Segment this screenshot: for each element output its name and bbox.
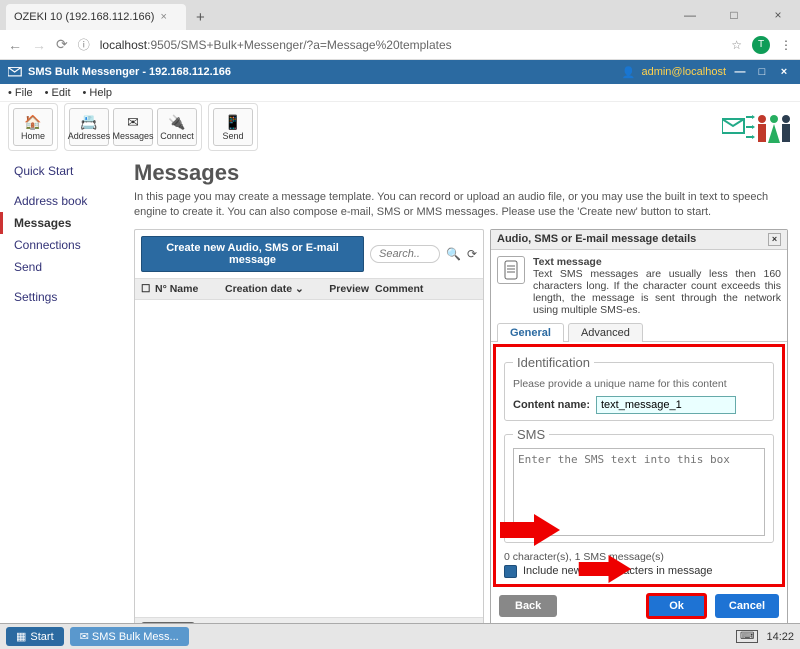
tab-advanced[interactable]: Advanced bbox=[568, 323, 643, 342]
menu-edit[interactable]: • Edit bbox=[45, 87, 71, 99]
toolbar-send[interactable]: 📱Send bbox=[213, 108, 253, 146]
menu-help[interactable]: • Help bbox=[83, 87, 113, 99]
details-info-title: Text message bbox=[533, 256, 781, 268]
sidebar-item-settings[interactable]: Settings bbox=[0, 286, 130, 308]
cancel-button[interactable]: Cancel bbox=[715, 594, 779, 618]
sms-type-icon bbox=[497, 256, 525, 284]
user-icon: 👤 bbox=[622, 66, 636, 79]
sidebar-item-addressbook[interactable]: Address book bbox=[0, 190, 130, 212]
list-panel: Create new Audio, SMS or E-mail message … bbox=[134, 229, 484, 649]
app-title: SMS Bulk Messenger - 192.168.112.166 bbox=[28, 66, 231, 78]
connect-icon: 🔌 bbox=[168, 114, 185, 131]
nav-reload-icon[interactable]: ⟳ bbox=[56, 36, 68, 53]
addresses-icon: 📇 bbox=[80, 114, 97, 131]
window-close-icon[interactable]: × bbox=[756, 0, 800, 30]
app-minimize-icon[interactable]: — bbox=[732, 65, 748, 79]
app-close-icon[interactable]: × bbox=[776, 65, 792, 79]
nav-back-icon[interactable]: ← bbox=[8, 37, 22, 53]
app-maximize-icon[interactable]: □ bbox=[754, 65, 770, 79]
start-grid-icon: ▦ bbox=[16, 630, 26, 643]
browser-titlebar: OZEKI 10 (192.168.112.166) × + — □ × bbox=[0, 0, 800, 30]
new-tab-button[interactable]: + bbox=[186, 4, 215, 30]
callout-arrow-1 bbox=[500, 514, 560, 546]
content-name-label: Content name: bbox=[513, 399, 590, 411]
callout-arrow-2 bbox=[578, 555, 632, 583]
browser-tab[interactable]: OZEKI 10 (192.168.112.166) × bbox=[6, 4, 186, 30]
list-body bbox=[135, 300, 483, 617]
home-icon: 🏠 bbox=[24, 114, 41, 131]
window-minimize-icon[interactable]: — bbox=[668, 0, 712, 30]
url-text[interactable]: localhost:9505/SMS+Bulk+Messenger/?a=Mes… bbox=[100, 38, 721, 52]
details-panel: Audio, SMS or E-mail message details × T… bbox=[490, 229, 788, 649]
sidebar-item-quickstart[interactable]: Quick Start bbox=[0, 160, 130, 182]
browser-menu-icon[interactable]: ⋮ bbox=[780, 38, 792, 52]
nav-forward-icon[interactable]: → bbox=[32, 37, 46, 53]
taskbar: ▦ Start ✉ SMS Bulk Mess... ⌨ 14:22 bbox=[0, 623, 800, 649]
col-date[interactable]: Creation date ⌄ bbox=[225, 283, 315, 295]
send-icon: 📱 bbox=[224, 114, 241, 131]
include-newline-checkbox[interactable] bbox=[504, 565, 517, 578]
toolbar-addresses[interactable]: 📇Addresses bbox=[69, 108, 109, 146]
char-count-status: 0 character(s), 1 SMS message(s) bbox=[504, 551, 774, 563]
identification-legend: Identification bbox=[513, 355, 594, 370]
toolbar-connect[interactable]: 🔌Connect bbox=[157, 108, 197, 146]
profile-avatar[interactable]: T bbox=[752, 36, 770, 54]
search-input[interactable] bbox=[370, 245, 440, 263]
sidebar-item-send[interactable]: Send bbox=[0, 256, 130, 278]
details-close-icon[interactable]: × bbox=[768, 233, 781, 246]
taskbar-app-item[interactable]: ✉ SMS Bulk Mess... bbox=[70, 627, 189, 646]
content-name-input[interactable] bbox=[596, 396, 736, 414]
refresh-icon[interactable]: ⟳ bbox=[467, 247, 477, 261]
col-comment[interactable]: Comment bbox=[375, 283, 477, 295]
page-description: In this page you may create a message te… bbox=[134, 190, 788, 221]
taskbar-clock: 14:22 bbox=[766, 631, 794, 643]
bookmark-star-icon[interactable]: ☆ bbox=[731, 38, 742, 52]
sidebar: Quick Start Address book Messages Connec… bbox=[0, 152, 130, 623]
details-info-text: Text SMS messages are usually less then … bbox=[533, 268, 781, 316]
keyboard-icon[interactable]: ⌨ bbox=[736, 630, 758, 643]
user-label[interactable]: admin@localhost bbox=[641, 66, 726, 78]
back-button[interactable]: Back bbox=[499, 595, 557, 617]
toolbar-messages[interactable]: ✉Messages bbox=[113, 108, 153, 146]
identification-help: Please provide a unique name for this co… bbox=[513, 378, 765, 390]
taskbar-start[interactable]: ▦ Start bbox=[6, 627, 64, 646]
checkbox-header[interactable]: ☐ bbox=[141, 283, 155, 295]
messages-icon: ✉ bbox=[127, 114, 139, 131]
toolbar: 🏠Home 📇Addresses ✉Messages 🔌Connect 📱Sen… bbox=[0, 102, 800, 152]
page-title: Messages bbox=[134, 160, 788, 186]
sidebar-item-connections[interactable]: Connections bbox=[0, 234, 130, 256]
taskbar-app-icon: ✉ bbox=[80, 631, 89, 643]
col-preview[interactable]: Preview bbox=[315, 283, 375, 295]
tab-general[interactable]: General bbox=[497, 323, 564, 342]
site-info-icon[interactable]: ⓘ bbox=[78, 36, 90, 53]
identification-fieldset: Identification Please provide a unique n… bbox=[504, 355, 774, 421]
tab-title: OZEKI 10 (192.168.112.166) bbox=[14, 11, 154, 23]
window-maximize-icon[interactable]: □ bbox=[712, 0, 756, 30]
details-title: Audio, SMS or E-mail message details bbox=[497, 233, 696, 245]
browser-url-row: ← → ⟳ ⓘ localhost:9505/SMS+Bulk+Messenge… bbox=[0, 30, 800, 60]
menubar: • File • Edit • Help bbox=[0, 84, 800, 102]
form-highlight-area: Identification Please provide a unique n… bbox=[493, 344, 785, 587]
search-icon[interactable]: 🔍 bbox=[446, 247, 461, 261]
app-header-icon bbox=[8, 67, 22, 77]
menu-file[interactable]: • File bbox=[8, 87, 33, 99]
sidebar-item-messages[interactable]: Messages bbox=[0, 212, 130, 234]
sms-legend: SMS bbox=[513, 427, 549, 442]
table-header: ☐ N° Name Creation date ⌄ Preview Commen… bbox=[135, 278, 483, 300]
header-illustration bbox=[722, 109, 792, 145]
app-header: SMS Bulk Messenger - 192.168.112.166 👤 a… bbox=[0, 60, 800, 84]
toolbar-home[interactable]: 🏠Home bbox=[13, 108, 53, 146]
tab-close-icon[interactable]: × bbox=[160, 11, 166, 23]
create-new-button[interactable]: Create new Audio, SMS or E-mail message bbox=[141, 236, 364, 272]
ok-button[interactable]: Ok bbox=[646, 593, 707, 619]
col-name[interactable]: N° Name bbox=[155, 283, 225, 295]
